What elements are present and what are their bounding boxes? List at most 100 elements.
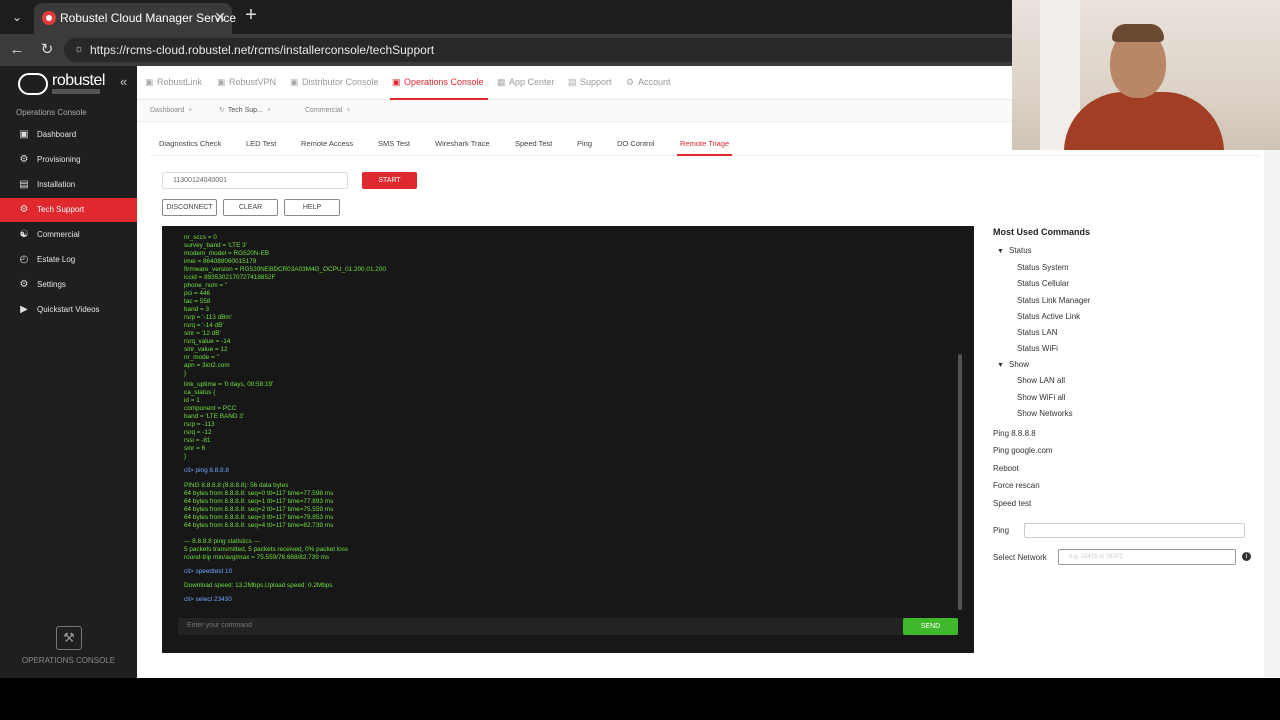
command-ping-8888[interactable]: Ping 8.8.8.8 <box>993 429 1036 438</box>
reload-icon[interactable]: ↻ <box>37 40 57 60</box>
page-tab-tech-support[interactable]: ↻ Tech Sup... × <box>219 100 271 122</box>
sidebar-item-label: Quickstart Videos <box>37 305 100 314</box>
terminal-output-line: Download speed: 13.2Mbps,Upload speed: 0… <box>184 582 333 589</box>
command-show-networks[interactable]: Show Networks <box>1017 409 1073 418</box>
close-page-tab-icon[interactable]: × <box>267 107 271 114</box>
clear-button[interactable]: CLEAR <box>223 199 278 216</box>
topnav-distributor-console[interactable]: ▣ Distributor Console <box>290 77 379 88</box>
command-show-lan-all[interactable]: Show LAN all <box>1017 376 1065 385</box>
operations-console-footer: ⚒ OPERATIONS CONSOLE <box>0 626 137 666</box>
terminal-output-line: firmware_version = RG520NEBDCR03A03M4G_O… <box>184 266 386 273</box>
sidebar-item-dashboard[interactable]: ▣ Dashboard <box>0 123 137 147</box>
sidebar-item-tech-support[interactable]: ⚙ Tech Support <box>0 198 137 222</box>
command-input[interactable]: Enter your command <box>178 618 958 635</box>
topnav-app-center[interactable]: ▦ App Center <box>497 77 555 88</box>
start-button[interactable]: START <box>362 172 417 189</box>
send-button[interactable]: SEND <box>903 618 958 635</box>
command-status-system[interactable]: Status System <box>1017 263 1069 272</box>
tools-icon: ⚒ <box>56 626 82 650</box>
terminal-command-line: cli> select 23430 <box>184 596 232 603</box>
page-tab-commercial[interactable]: Commercial × <box>305 100 350 122</box>
terminal-output-line: } <box>184 453 187 460</box>
site-info-icon[interactable]: ☼ <box>72 43 86 57</box>
command-ping-google[interactable]: Ping google.com <box>993 446 1053 455</box>
app-center-icon: ▦ <box>497 77 506 87</box>
command-status-link-manager[interactable]: Status Link Manager <box>1017 296 1090 305</box>
page-tab-dashboard[interactable]: Dashboard × <box>150 100 192 122</box>
support-icon: ▤ <box>568 77 577 87</box>
tab-speed-test[interactable]: Speed Test <box>515 139 552 148</box>
sidebar-item-label: Estate Log <box>37 255 76 264</box>
tab-remote-access[interactable]: Remote Access <box>301 139 353 148</box>
sidebar-item-provisioning[interactable]: ⚙ Provisioning <box>0 148 137 172</box>
collapse-sidebar-icon[interactable]: « <box>120 74 127 89</box>
command-status-active-link[interactable]: Status Active Link <box>1017 312 1080 321</box>
robustlink-icon: ▣ <box>145 77 154 87</box>
command-show-wifi-all[interactable]: Show WiFi all <box>1017 393 1065 402</box>
topnav-operations-console[interactable]: ▣ Operations Console <box>392 77 484 88</box>
topnav-account[interactable]: ⚙ Account <box>626 77 671 88</box>
command-status-cellular[interactable]: Status Cellular <box>1017 279 1069 288</box>
tab-do-control[interactable]: DO Control <box>617 139 655 148</box>
close-page-tab-icon[interactable]: × <box>188 107 192 114</box>
tab-ping[interactable]: Ping <box>577 139 592 148</box>
terminal-command-line: cli> speedtest 10 <box>184 568 233 575</box>
page-scrollbar[interactable] <box>1264 150 1280 677</box>
new-tab-icon[interactable]: + <box>240 4 262 27</box>
terminal-output-line: sinr = '12 dB' <box>184 330 221 337</box>
screen: ⌄ Robustel Cloud Manager Service ✕ + ← ↻… <box>0 0 1280 720</box>
tab-sms-test[interactable]: SMS Test <box>378 139 410 148</box>
help-button[interactable]: HELP <box>284 199 340 216</box>
video-icon: ▶ <box>20 304 28 315</box>
sidebar-item-settings[interactable]: ⚙ Settings <box>0 273 137 297</box>
topnav-label: RobustVPN <box>229 77 277 87</box>
terminal-output-line: phone_num = '' <box>184 282 228 289</box>
show-group-toggle[interactable]: ▼ Show <box>997 360 1029 369</box>
command-status-wifi[interactable]: Status WiFi <box>1017 344 1058 353</box>
ping-target-input[interactable] <box>1024 523 1245 538</box>
topnav-robustvpn[interactable]: ▣ RobustVPN <box>217 77 276 88</box>
tab-led-test[interactable]: LED Test <box>246 139 276 148</box>
close-page-tab-icon[interactable]: × <box>346 107 350 114</box>
sidebar-item-commercial[interactable]: ☯ Commercial <box>0 223 137 247</box>
distributor-icon: ▣ <box>290 77 299 87</box>
caret-down-icon: ▼ <box>997 248 1004 255</box>
page-tab-label: Tech Sup... <box>227 107 263 114</box>
topnav-label: Support <box>580 77 612 87</box>
tab-diagnostics-check[interactable]: Diagnostics Check <box>159 139 221 148</box>
terminal-output-line: rsrp = -113 <box>184 421 215 428</box>
sidebar-item-quickstart-videos[interactable]: ▶ Quickstart Videos <box>0 298 137 322</box>
status-group-label: Status <box>1009 246 1032 255</box>
vpn-icon: ▣ <box>217 77 226 87</box>
tab-search-dropdown-icon[interactable]: ⌄ <box>6 6 28 28</box>
command-force-rescan[interactable]: Force rescan <box>993 481 1040 490</box>
close-tab-icon[interactable]: ✕ <box>214 9 226 26</box>
tab-wireshark-trace[interactable]: Wireshark Trace <box>435 139 490 148</box>
sidebar-item-estate-log[interactable]: ◴ Estate Log <box>0 248 137 272</box>
most-used-commands-title: Most Used Commands <box>993 227 1091 237</box>
status-group-toggle[interactable]: ▼ Status <box>997 246 1032 255</box>
terminal-output-line: imei = 864088060015179 <box>184 258 257 265</box>
topnav-robustlink[interactable]: ▣ RobustLink <box>145 77 202 88</box>
command-status-lan[interactable]: Status LAN <box>1017 328 1057 337</box>
browser-tab[interactable]: Robustel Cloud Manager Service ✕ <box>34 3 236 34</box>
back-icon[interactable]: ← <box>7 40 27 60</box>
disconnect-button[interactable]: DISCONNECT <box>162 199 217 216</box>
select-network-input[interactable]: e.g. 23415 or 26201 <box>1058 549 1236 565</box>
estate-log-icon: ◴ <box>19 254 29 265</box>
terminal-scrollbar[interactable] <box>958 354 962 610</box>
browser-tab-title: Robustel Cloud Manager Service <box>60 11 237 25</box>
terminal-output-line: 64 bytes from 8.8.8.8: seq=1 ttl=117 tim… <box>184 498 334 505</box>
command-speed-test[interactable]: Speed test <box>993 499 1031 508</box>
tab-remote-triage[interactable]: Remote Triage <box>680 139 729 148</box>
show-group-label: Show <box>1009 360 1030 369</box>
command-reboot[interactable]: Reboot <box>993 464 1019 473</box>
url-field[interactable]: ☼ https://rcms-cloud.robustel.net/rcms/i… <box>64 38 1064 62</box>
terminal-output-line: nr_mode = '' <box>184 354 219 361</box>
tech-support-icon: ⚙ <box>19 204 29 215</box>
topnav-support[interactable]: ▤ Support <box>568 77 612 88</box>
device-serial-input[interactable]: 11300124040001 <box>162 172 348 189</box>
webcam-overlay <box>1012 0 1280 150</box>
info-icon[interactable]: i <box>1242 552 1251 561</box>
sidebar-item-installation[interactable]: ▤ Installation <box>0 173 137 197</box>
